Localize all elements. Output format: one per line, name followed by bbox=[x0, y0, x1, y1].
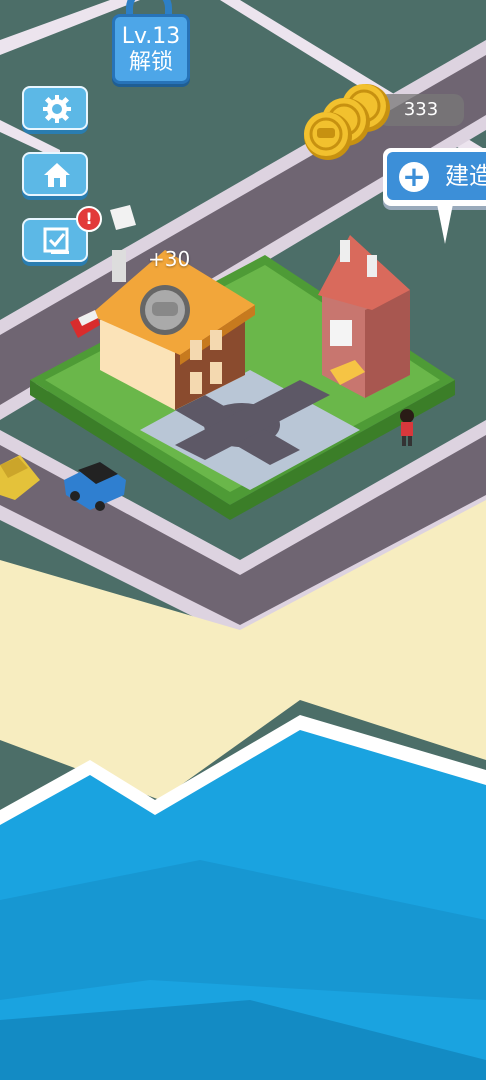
income-popup: +30 bbox=[148, 247, 191, 271]
home-button[interactable] bbox=[22, 152, 88, 196]
checklist-icon bbox=[43, 227, 69, 254]
lock-body: Lv.13 解锁 bbox=[112, 14, 190, 84]
gear-icon bbox=[43, 95, 71, 123]
build-pointer bbox=[437, 204, 453, 244]
level-unlock-badge[interactable]: Lv.13 解锁 bbox=[112, 0, 190, 86]
car-emblem-icon bbox=[152, 302, 178, 316]
settings-button[interactable] bbox=[22, 86, 88, 130]
alert-badge: ! bbox=[76, 206, 102, 232]
coin-stack-icon bbox=[304, 84, 390, 160]
coin-amount: 333 bbox=[403, 99, 439, 120]
home-icon bbox=[44, 163, 70, 187]
tasks-button[interactable]: ! bbox=[22, 206, 102, 262]
build-button[interactable]: + 建造 bbox=[383, 148, 486, 244]
build-button-face: + 建造 bbox=[387, 152, 486, 200]
plus-icon: + bbox=[399, 162, 429, 192]
unlock-label: 解锁 bbox=[128, 50, 173, 75]
level-label: Lv.13 bbox=[121, 24, 181, 49]
build-label: 建造 bbox=[445, 162, 486, 190]
